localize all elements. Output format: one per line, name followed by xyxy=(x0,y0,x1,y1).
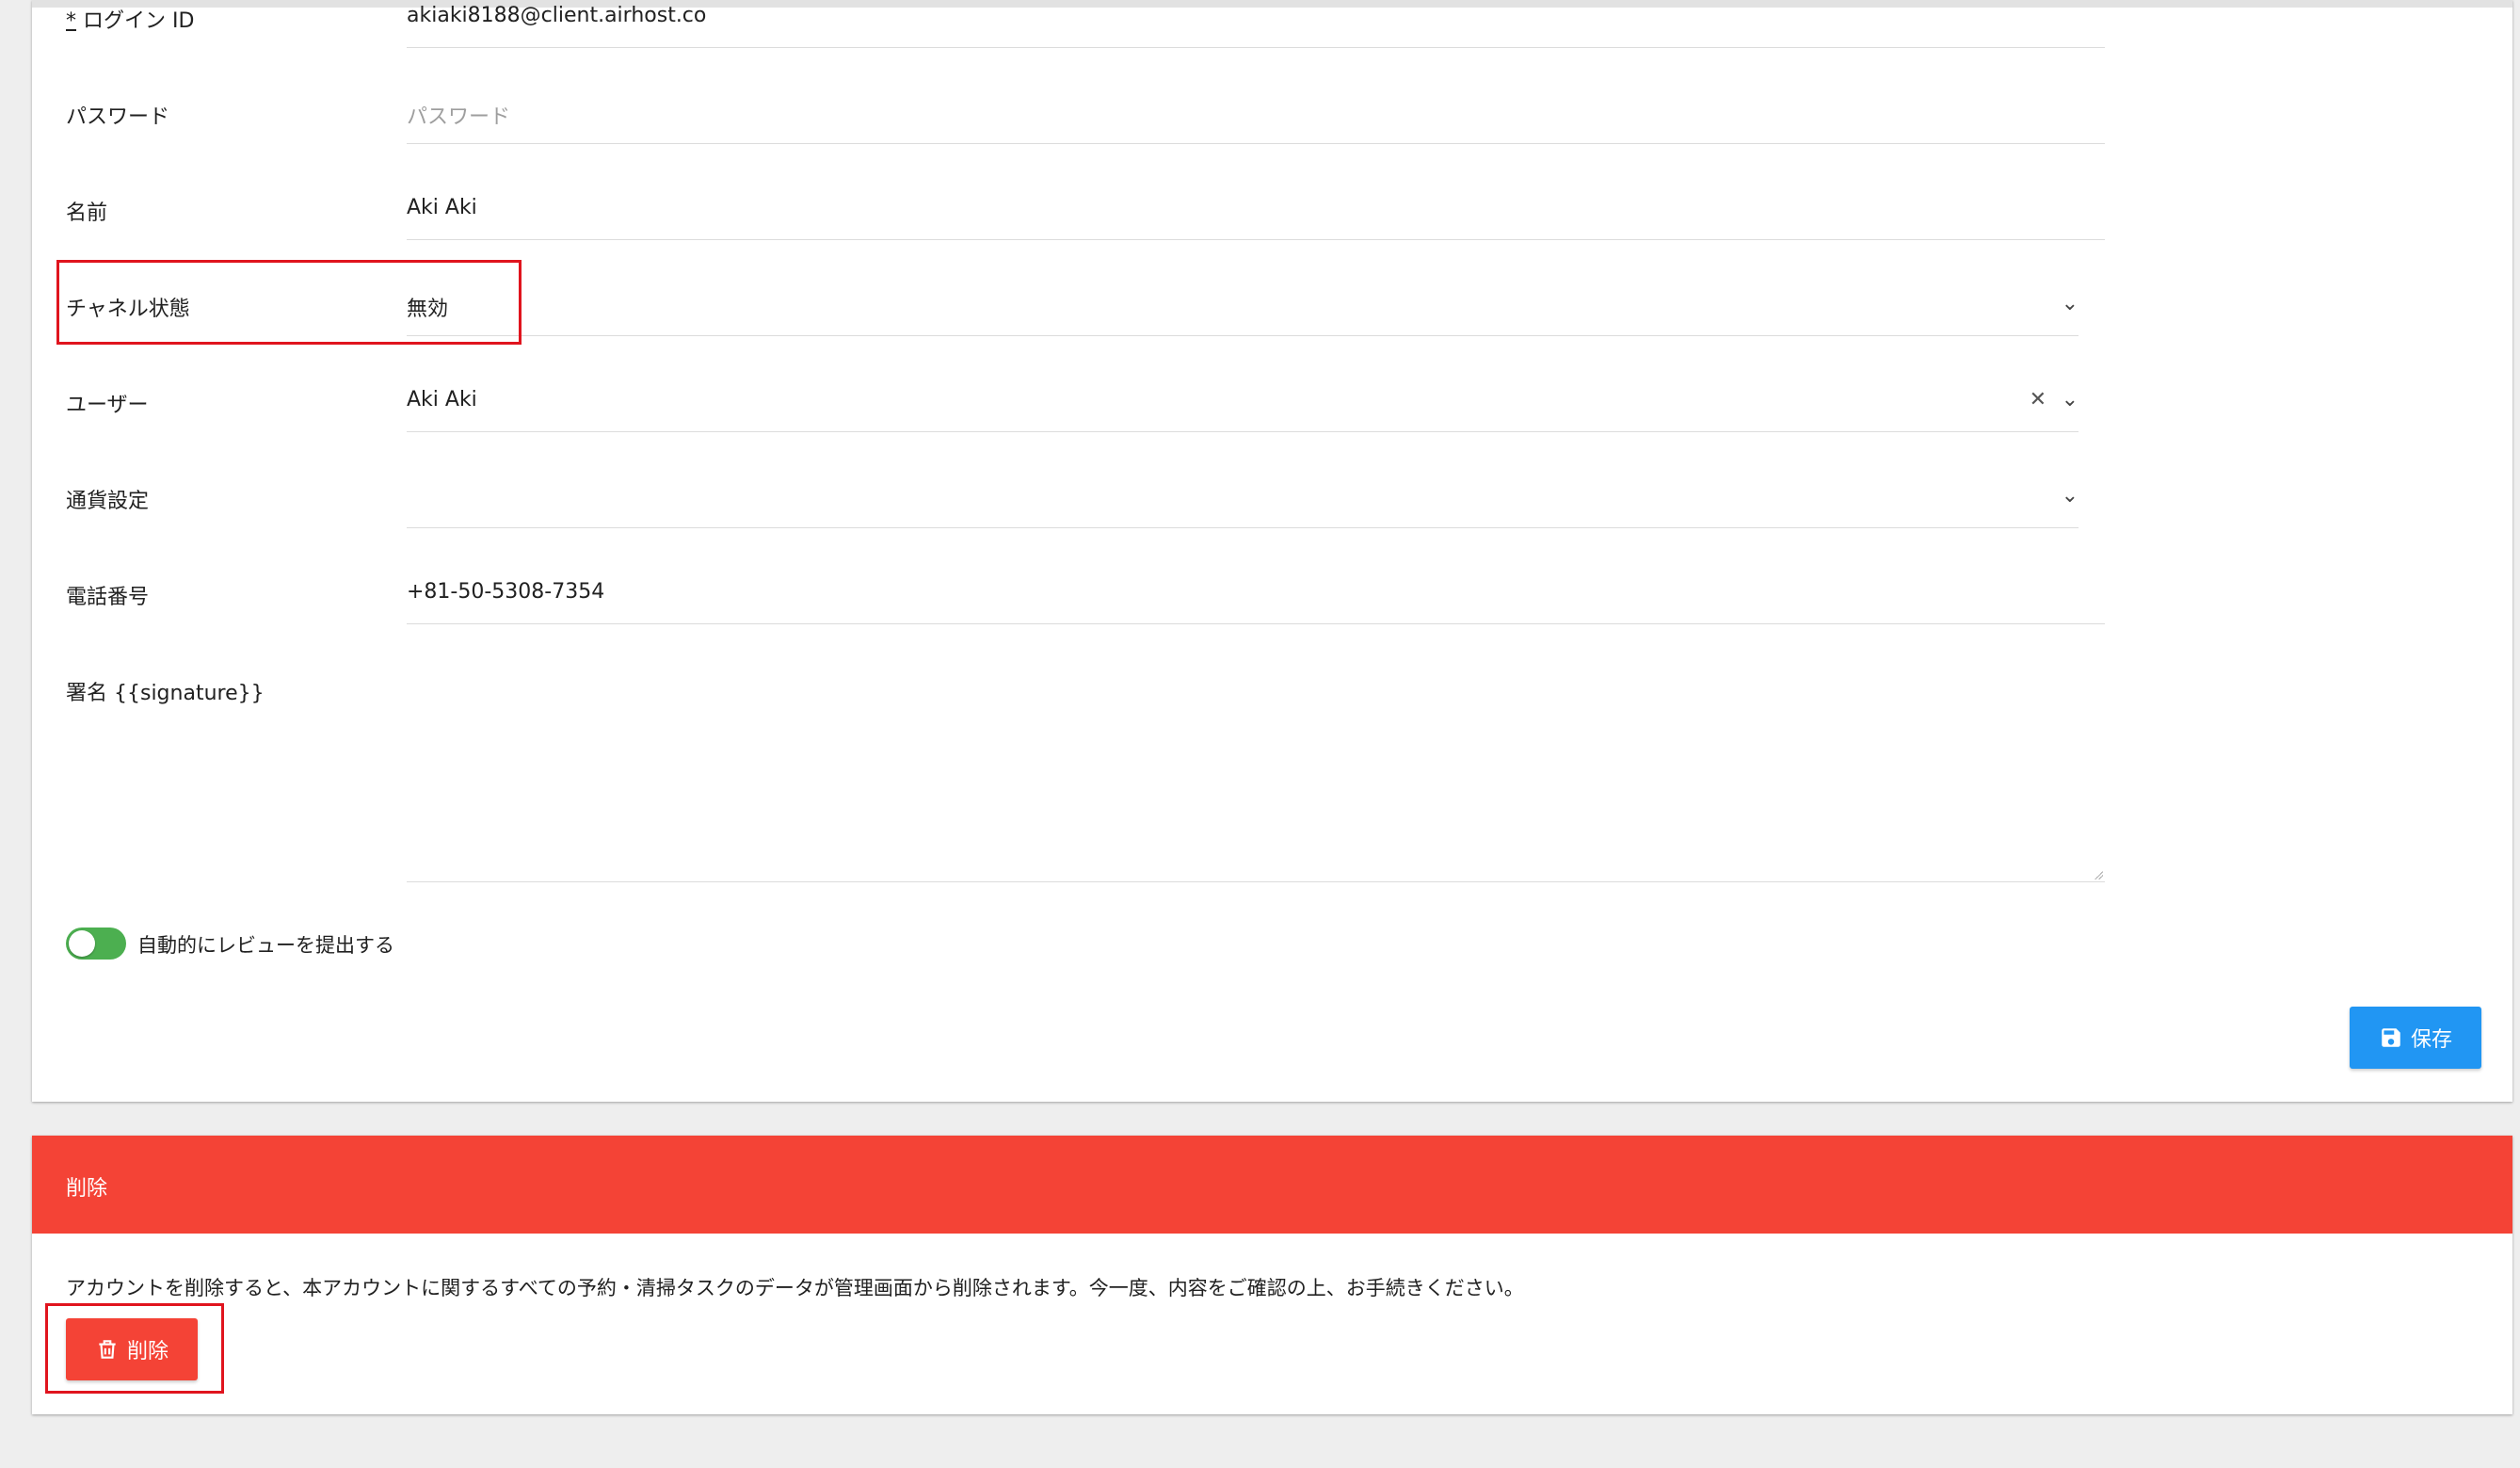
login-id-field[interactable]: akiaki8188@client.airhost.co xyxy=(407,0,2105,48)
phone-label: 電話番号 xyxy=(66,586,150,609)
password-label: パスワード xyxy=(66,105,170,129)
user-select[interactable]: Aki Aki ✕ ⌄ xyxy=(407,375,2079,432)
user-value: Aki Aki xyxy=(407,388,477,411)
name-input[interactable]: Aki Aki xyxy=(407,183,2105,240)
chevron-down-icon[interactable]: ⌄ xyxy=(2062,484,2079,508)
login-id-label: * ログイン ID xyxy=(66,9,195,33)
currency-select[interactable]: ⌄ xyxy=(407,471,2079,528)
save-button[interactable]: 保存 xyxy=(2350,1007,2481,1069)
signature-label: 署名 {{signature}} xyxy=(66,682,265,705)
auto-review-toggle[interactable] xyxy=(66,928,126,960)
login-id-value: akiaki8188@client.airhost.co xyxy=(407,4,707,27)
floppy-disk-icon xyxy=(2382,1028,2400,1047)
name-value: Aki Aki xyxy=(407,196,477,219)
required-marker: * xyxy=(66,9,76,33)
toggle-knob xyxy=(69,930,95,957)
signature-textarea[interactable] xyxy=(407,663,2105,882)
highlight-box-delete xyxy=(45,1303,224,1394)
delete-section-header: 削除 xyxy=(32,1136,2512,1234)
password-placeholder: パスワード xyxy=(407,105,511,129)
account-form-card: * ログイン ID akiaki8188@client.airhost.co パ… xyxy=(32,0,2512,1102)
delete-section-title: 削除 xyxy=(66,1177,108,1201)
delete-account-card: 削除 アカウントを削除すると、本アカウントに関するすべての予約・清掃タスクのデー… xyxy=(32,1136,2512,1414)
phone-input[interactable]: +81-50-5308-7354 xyxy=(407,567,2105,624)
channel-status-select[interactable]: 無効 ⌄ xyxy=(407,279,2079,336)
delete-warning-text: アカウントを削除すると、本アカウントに関するすべての予約・清掃タスクのデータが管… xyxy=(66,1277,1524,1299)
auto-review-label: 自動的にレビューを提出する xyxy=(137,934,394,957)
name-label: 名前 xyxy=(66,202,108,225)
password-input[interactable]: パスワード xyxy=(407,87,2105,144)
currency-label: 通貨設定 xyxy=(66,490,150,513)
chevron-down-icon[interactable]: ⌄ xyxy=(2062,388,2079,411)
user-label: ユーザー xyxy=(66,394,149,417)
save-label: 保存 xyxy=(2410,1028,2452,1052)
phone-value: +81-50-5308-7354 xyxy=(407,580,605,604)
highlight-box-channel-status xyxy=(56,260,522,345)
chevron-down-icon[interactable]: ⌄ xyxy=(2062,292,2079,315)
close-icon[interactable]: ✕ xyxy=(2030,388,2046,411)
resize-handle-icon[interactable] xyxy=(2094,870,2103,879)
